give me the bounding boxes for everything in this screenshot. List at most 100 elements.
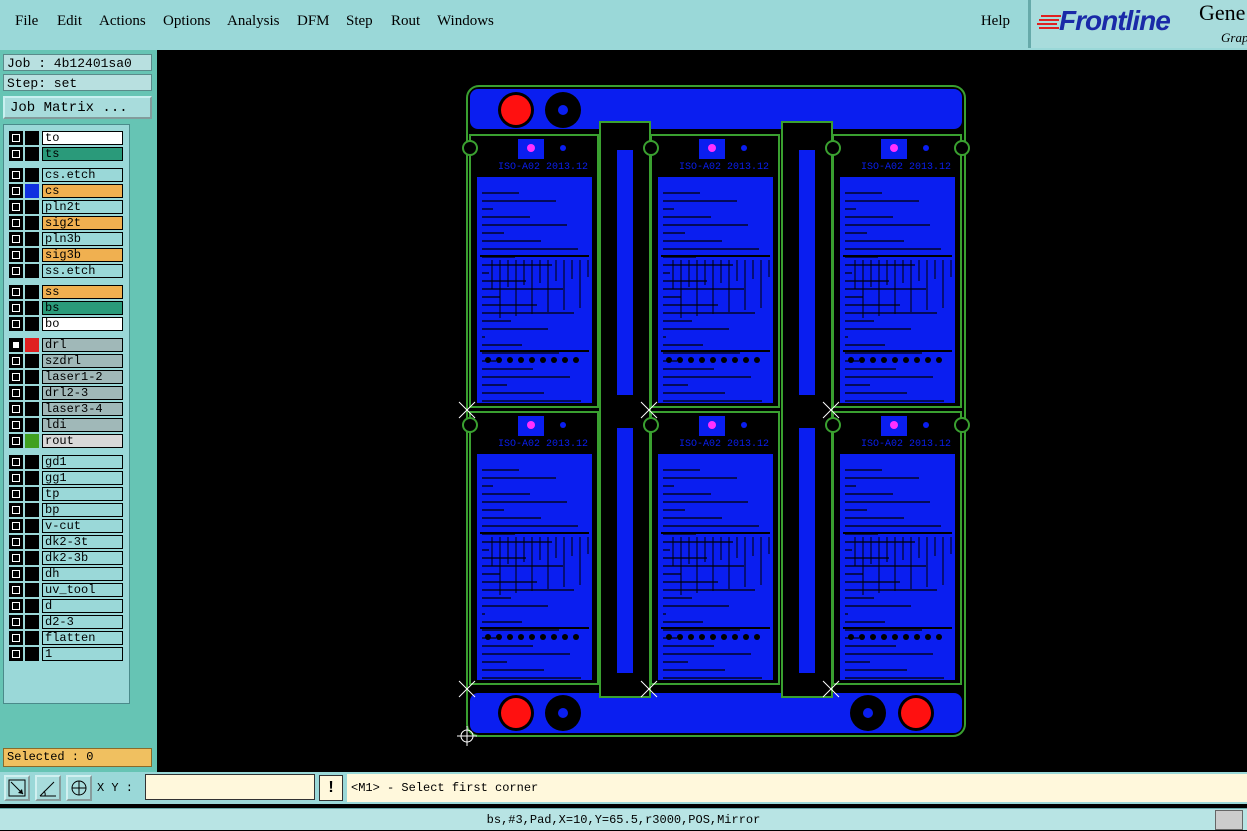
layer-name[interactable]: ss.etch [42,264,123,278]
graphic-canvas[interactable]: ISO-A02 2013.12 ISO-A02 2013.12 ISO-A02 20… [157,50,1247,772]
layer-checkbox[interactable] [9,200,23,214]
layer-checkbox[interactable] [9,264,23,278]
keyboard-icon[interactable] [1215,810,1243,830]
layer-name[interactable]: szdrl [42,354,123,368]
layer-color-swatch[interactable] [25,386,39,400]
layer-name[interactable]: uv_tool [42,583,123,597]
layer-color-swatch[interactable] [25,264,39,278]
xy-input[interactable] [145,774,315,800]
layer-checkbox[interactable] [9,519,23,533]
layer-color-swatch[interactable] [25,285,39,299]
layer-checkbox[interactable] [9,551,23,565]
layer-name[interactable]: tp [42,487,123,501]
layer-color-swatch[interactable] [25,615,39,629]
layer-checkbox[interactable] [9,147,23,161]
layer-checkbox[interactable] [9,301,23,315]
layer-name[interactable]: cs [42,184,123,198]
layer-color-swatch[interactable] [25,354,39,368]
layer-color-swatch[interactable] [25,434,39,448]
layer-checkbox[interactable] [9,471,23,485]
layer-checkbox[interactable] [9,583,23,597]
menu-options[interactable]: Options [163,13,211,30]
job-matrix-button[interactable]: Job Matrix ... [3,96,152,119]
layer-color-swatch[interactable] [25,455,39,469]
layer-checkbox[interactable] [9,285,23,299]
layer-name[interactable]: drl [42,338,123,352]
layer-checkbox[interactable] [9,168,23,182]
layer-checkbox[interactable] [9,402,23,416]
layer-checkbox[interactable] [9,647,23,661]
layer-checkbox[interactable] [9,354,23,368]
menu-analysis[interactable]: Analysis [227,13,280,30]
layer-checkbox[interactable] [9,615,23,629]
layer-checkbox[interactable] [9,131,23,145]
layer-color-swatch[interactable] [25,338,39,352]
layer-name[interactable]: ldi [42,418,123,432]
layer-name[interactable]: sig2t [42,216,123,230]
layer-color-swatch[interactable] [25,200,39,214]
layer-color-swatch[interactable] [25,248,39,262]
layer-color-swatch[interactable] [25,631,39,645]
menu-file[interactable]: File [15,13,38,30]
layer-list-scrollbar[interactable] [130,124,152,702]
layer-checkbox[interactable] [9,599,23,613]
snap-grid-icon[interactable] [66,775,92,801]
layer-color-swatch[interactable] [25,317,39,331]
layer-color-swatch[interactable] [25,583,39,597]
menu-step[interactable]: Step [346,13,373,30]
layer-checkbox[interactable] [9,418,23,432]
layer-name[interactable]: dh [42,567,123,581]
layer-checkbox[interactable] [9,487,23,501]
layer-color-swatch[interactable] [25,551,39,565]
layer-color-swatch[interactable] [25,232,39,246]
layer-name[interactable]: laser3-4 [42,402,123,416]
layer-name[interactable]: laser1-2 [42,370,123,384]
menu-edit[interactable]: Edit [57,13,82,30]
layer-checkbox[interactable] [9,248,23,262]
menu-rout[interactable]: Rout [391,13,420,30]
layer-name[interactable]: dk2-3t [42,535,123,549]
layer-color-swatch[interactable] [25,567,39,581]
zoom-to-fit-icon[interactable] [4,775,30,801]
measure-icon[interactable] [35,775,61,801]
layer-color-swatch[interactable] [25,216,39,230]
layer-checkbox[interactable] [9,232,23,246]
layer-name[interactable]: d [42,599,123,613]
layer-color-swatch[interactable] [25,487,39,501]
layer-color-swatch[interactable] [25,535,39,549]
layer-name[interactable]: pln2t [42,200,123,214]
layer-name[interactable]: flatten [42,631,123,645]
layer-color-swatch[interactable] [25,503,39,517]
menu-actions[interactable]: Actions [99,13,146,30]
layer-name[interactable]: gg1 [42,471,123,485]
layer-color-swatch[interactable] [25,370,39,384]
layer-checkbox[interactable] [9,216,23,230]
menu-windows[interactable]: Windows [437,13,494,30]
layer-checkbox[interactable] [9,370,23,384]
menu-dfm[interactable]: DFM [297,13,330,30]
layer-name[interactable]: pln3b [42,232,123,246]
layer-checkbox[interactable] [9,535,23,549]
layer-checkbox[interactable] [9,317,23,331]
layer-checkbox[interactable] [9,338,23,352]
layer-name[interactable]: 1 [42,647,123,661]
layer-color-swatch[interactable] [25,647,39,661]
layer-checkbox[interactable] [9,503,23,517]
layer-color-swatch[interactable] [25,599,39,613]
layer-checkbox[interactable] [9,567,23,581]
layer-checkbox[interactable] [9,184,23,198]
layer-name[interactable]: ts [42,147,123,161]
menu-help[interactable]: Help [981,13,1010,30]
layer-name[interactable]: sig3b [42,248,123,262]
layer-color-swatch[interactable] [25,301,39,315]
layer-color-swatch[interactable] [25,402,39,416]
layer-name[interactable]: bo [42,317,123,331]
layer-name[interactable]: bs [42,301,123,315]
pcb-panel-view[interactable]: ISO-A02 2013.12 ISO-A02 2013.12 ISO-A02 20… [157,50,1247,772]
layer-name[interactable]: v-cut [42,519,123,533]
layer-name[interactable]: rout [42,434,123,448]
layer-name[interactable]: bp [42,503,123,517]
layer-color-swatch[interactable] [25,131,39,145]
layer-name[interactable]: ss [42,285,123,299]
layer-checkbox[interactable] [9,386,23,400]
